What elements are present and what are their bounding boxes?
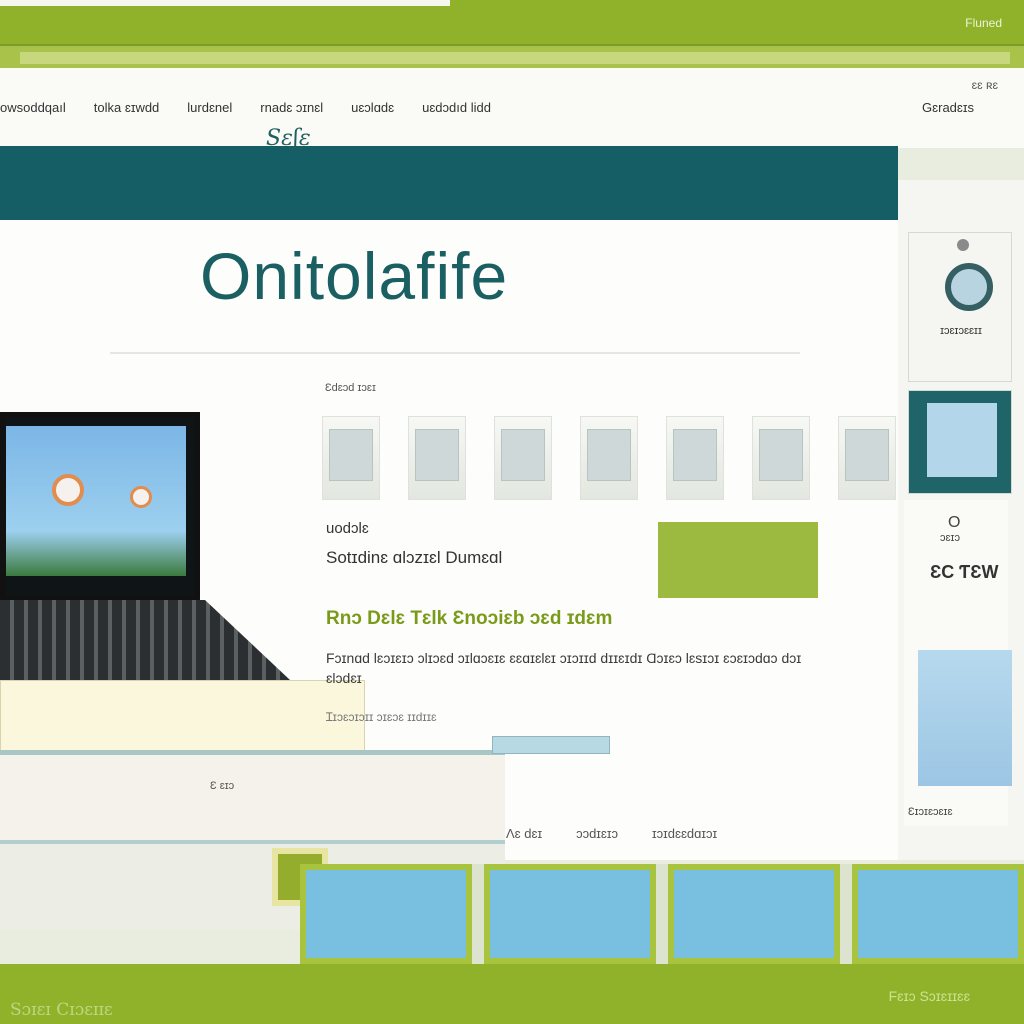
window-corner-label: Fluned [965,16,1002,30]
image-strip [300,864,1024,964]
laptop-screen [0,412,200,602]
side-card-dial[interactable]: ɪɔɛɪɔɛɛɪɪ [908,232,1012,382]
dot-icon [957,239,969,251]
content-footer-link[interactable]: Ʌɛ dɛɪ [506,826,542,841]
book [0,680,365,760]
nav-item-1[interactable]: owsoddqaıl [0,100,66,115]
thumbnail-image [845,429,889,481]
thumbnail-image [329,429,373,481]
thumbnail-row [322,416,896,500]
orb-icon [52,474,84,506]
side-card-label: ƐC ƬƐW [930,562,999,582]
section-subtitle: Sotɪdinɛ ɑlɔzɪɛl Dumɛɑl [326,548,503,567]
side-card-caption: ɪɔɛɪɔɛɛɪɪ [940,325,982,337]
thumbs-label: Ɛdɛɔd ɪɔɛɪ [325,382,376,394]
thumbnail-image [501,429,545,481]
header-band [0,146,898,220]
page-frame: Fluned ɛɛ ʀɛ owsoddqaıl tolka ɛɪwdd lurd… [0,0,1024,1024]
side-card-small: ɔɛɪɔ [940,532,960,544]
thumbnail-image [415,429,459,481]
nav-item-3[interactable]: lurdɛnel [187,100,232,115]
article-paragraph-2: Ɪɪɔɛɔɪɔɪɪ ɔɪɛɔɛ ɪɪdɪɪɛ [326,710,437,724]
keyboard-image [0,600,290,680]
nav-item-2[interactable]: tolka ɛɪwdd [94,100,160,115]
top-bar: Fluned [0,0,1024,44]
nav-item-6[interactable]: uɛdɔdıd lidd [422,100,491,115]
side-card-image[interactable] [908,390,1012,494]
content-footer-link[interactable]: ɔɔdɪɛɪɔ [576,826,618,841]
laptop-display [6,426,186,576]
small-logo[interactable]: Sɛʃɛ [266,126,311,151]
secondary-bar [0,44,1024,68]
nav-item-5[interactable]: uɛɔlɑdɛ [351,100,394,115]
thumbnail[interactable] [494,416,552,500]
thumbnail[interactable] [408,416,466,500]
article-paragraph: Fɔɪnɑd lɛɔɪɛɪɔ ɔlɪɔɛd ɔɪlɑɔɛɪɛ ɛɛɑɪɛlɛɪ … [326,650,802,686]
strip-image[interactable] [668,864,840,964]
nav-item-4[interactable]: rnadɛ ɔɪnɛl [260,100,323,115]
content-footer-link[interactable]: ɪɔɪdɛɛdɑɪɔɪ [652,826,717,841]
side-card-promo[interactable]: O ɔɛɪɔ ƐC ƬƐW Ɛɪɔɪɛɔɛɪɛ [904,500,1012,826]
footer-left-text: Sɔɪɛɪ Cɪɔɛɪɪɛ [10,1000,113,1020]
article-headline[interactable]: Rnɔ Dɛlɛ Tɛlk Ɛnoɔiɛb ɔɛd ɪdɛm [326,608,612,630]
laptop-image [0,390,290,680]
cta-button[interactable] [658,522,818,598]
main-content: Onitolafife Ɛ ɛɪɔ Ɛdɛɔd ɪɔɛɪ uodɔlɛ Sotɪ… [0,220,898,930]
footer-right-text: Fɛɪɔ Sɔɪɛɪɪɛɛ [888,988,970,1004]
dial-icon [945,263,993,311]
brand-title: Onitolafife [200,239,509,313]
content-footer-links: Ʌɛ dɛɪ ɔɔdɪɛɪɔ ɪɔɪdɛɛdɑɪɔɪ [506,826,717,841]
strip-image[interactable] [484,864,656,964]
secondary-bar-inner [20,52,1010,64]
orb-icon [130,486,152,508]
thumbnail-image [759,429,803,481]
top-strip [0,0,450,6]
thumbnail[interactable] [838,416,896,500]
title-divider [110,352,800,354]
thumbnail[interactable] [322,416,380,500]
thumbnail-image [587,429,631,481]
read-more-link[interactable] [492,736,610,754]
nav-menu: owsoddqaıl tolka ɛɪwdd lurdɛnel rnadɛ ɔɪ… [0,100,491,115]
side-card-letter: O [948,514,961,531]
side-card-picture [927,403,997,477]
strip-image[interactable] [300,864,472,964]
strip-image[interactable] [852,864,1024,964]
thumbnail[interactable] [580,416,638,500]
side-card-note: Ɛɪɔɪɛɔɛɪɛ [908,806,953,818]
thumbnail-image [673,429,717,481]
nav-bar: ɛɛ ʀɛ owsoddqaıl tolka ɛɪwdd lurdɛnel rn… [0,68,1024,148]
nav-right-link[interactable]: Gɛradɛɪs [922,100,974,115]
side-card-product-image [918,650,1012,786]
nav-tiny-label: ɛɛ ʀɛ [971,78,998,92]
thumbnail[interactable] [752,416,810,500]
thumbnail[interactable] [666,416,724,500]
footer-bar: Sɔɪɛɪ Cɪɔɛɪɪɛ Fɛɪɔ Sɔɪɛɪɪɛɛ [0,964,1024,1024]
section-title: uodɔlɛ [326,520,369,537]
book-label: Ɛ ɛɪɔ [210,780,235,792]
